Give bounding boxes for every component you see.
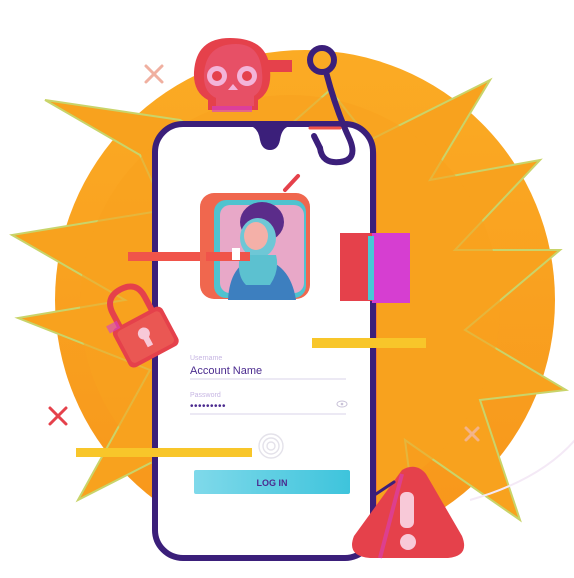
password-label: Password: [190, 392, 221, 399]
password-input[interactable]: •••••••••: [190, 401, 226, 412]
phishing-illustration: Username Account Name Password •••••••••…: [9, 38, 574, 561]
profile-avatar: [200, 174, 310, 300]
username-input[interactable]: Account Name: [190, 365, 262, 377]
login-button[interactable]: LOG IN: [194, 470, 350, 494]
login-button-label: LOG IN: [257, 478, 288, 488]
username-label: Username: [190, 355, 222, 362]
